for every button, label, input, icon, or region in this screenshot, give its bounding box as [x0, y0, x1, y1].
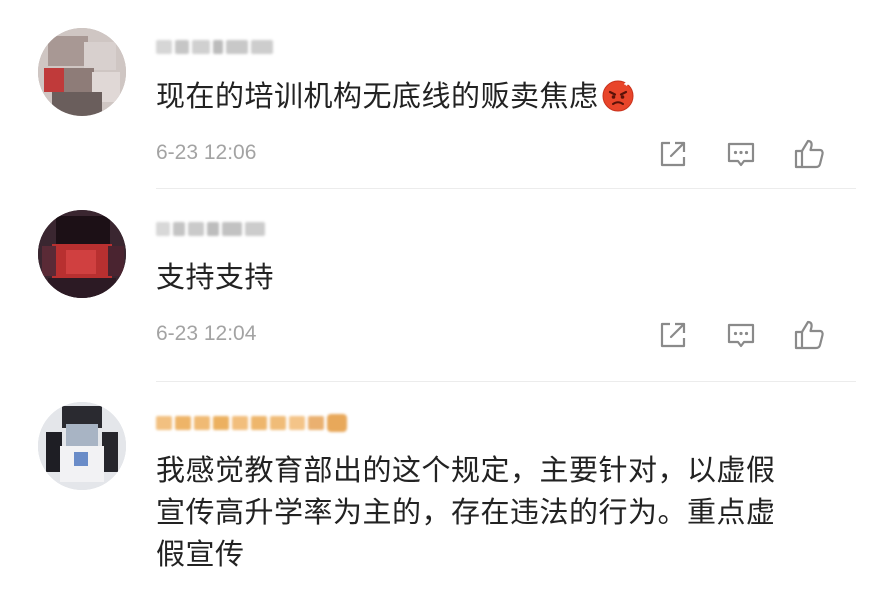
comment-actions — [652, 137, 832, 173]
comment-text-line: 宣传高升学率为主的，存在违法的行为。重点虚 — [156, 495, 776, 529]
comment-text: 我感觉教育部出的这个规定，主要针对，以虚假 宣传高升学率为主的，存在违法的行为。… — [156, 449, 846, 575]
username-blurred[interactable] — [156, 216, 265, 242]
divider — [156, 188, 856, 189]
thumbs-up-icon[interactable] — [792, 137, 826, 171]
thumbs-up-icon[interactable] — [792, 318, 826, 352]
angry-face-emoji — [601, 78, 635, 112]
avatar[interactable] — [38, 402, 126, 490]
comment-actions — [652, 318, 832, 354]
username-blurred[interactable] — [156, 34, 273, 60]
divider — [156, 381, 856, 382]
share-icon[interactable] — [656, 137, 690, 171]
username-blurred[interactable] — [156, 410, 347, 436]
comment-icon[interactable] — [724, 137, 758, 171]
comment-text-content: 现在的培训机构无底线的贩卖焦虑 — [156, 79, 599, 113]
avatar[interactable] — [38, 210, 126, 298]
share-icon[interactable] — [656, 318, 690, 352]
avatar[interactable] — [38, 28, 126, 116]
timestamp: 6-23 12:04 — [156, 322, 257, 345]
timestamp: 6-23 12:06 — [156, 141, 257, 164]
comment-text-line: 我感觉教育部出的这个规定，主要针对，以虚假 — [156, 453, 776, 487]
comment-text-line: 假宣传 — [156, 537, 245, 571]
comment-text-content: 支持支持 — [156, 260, 275, 294]
comment-icon[interactable] — [724, 318, 758, 352]
comment-text: 现在的培训机构无底线的贩卖焦虑 — [156, 75, 846, 117]
comment-text: 支持支持 — [156, 256, 846, 298]
